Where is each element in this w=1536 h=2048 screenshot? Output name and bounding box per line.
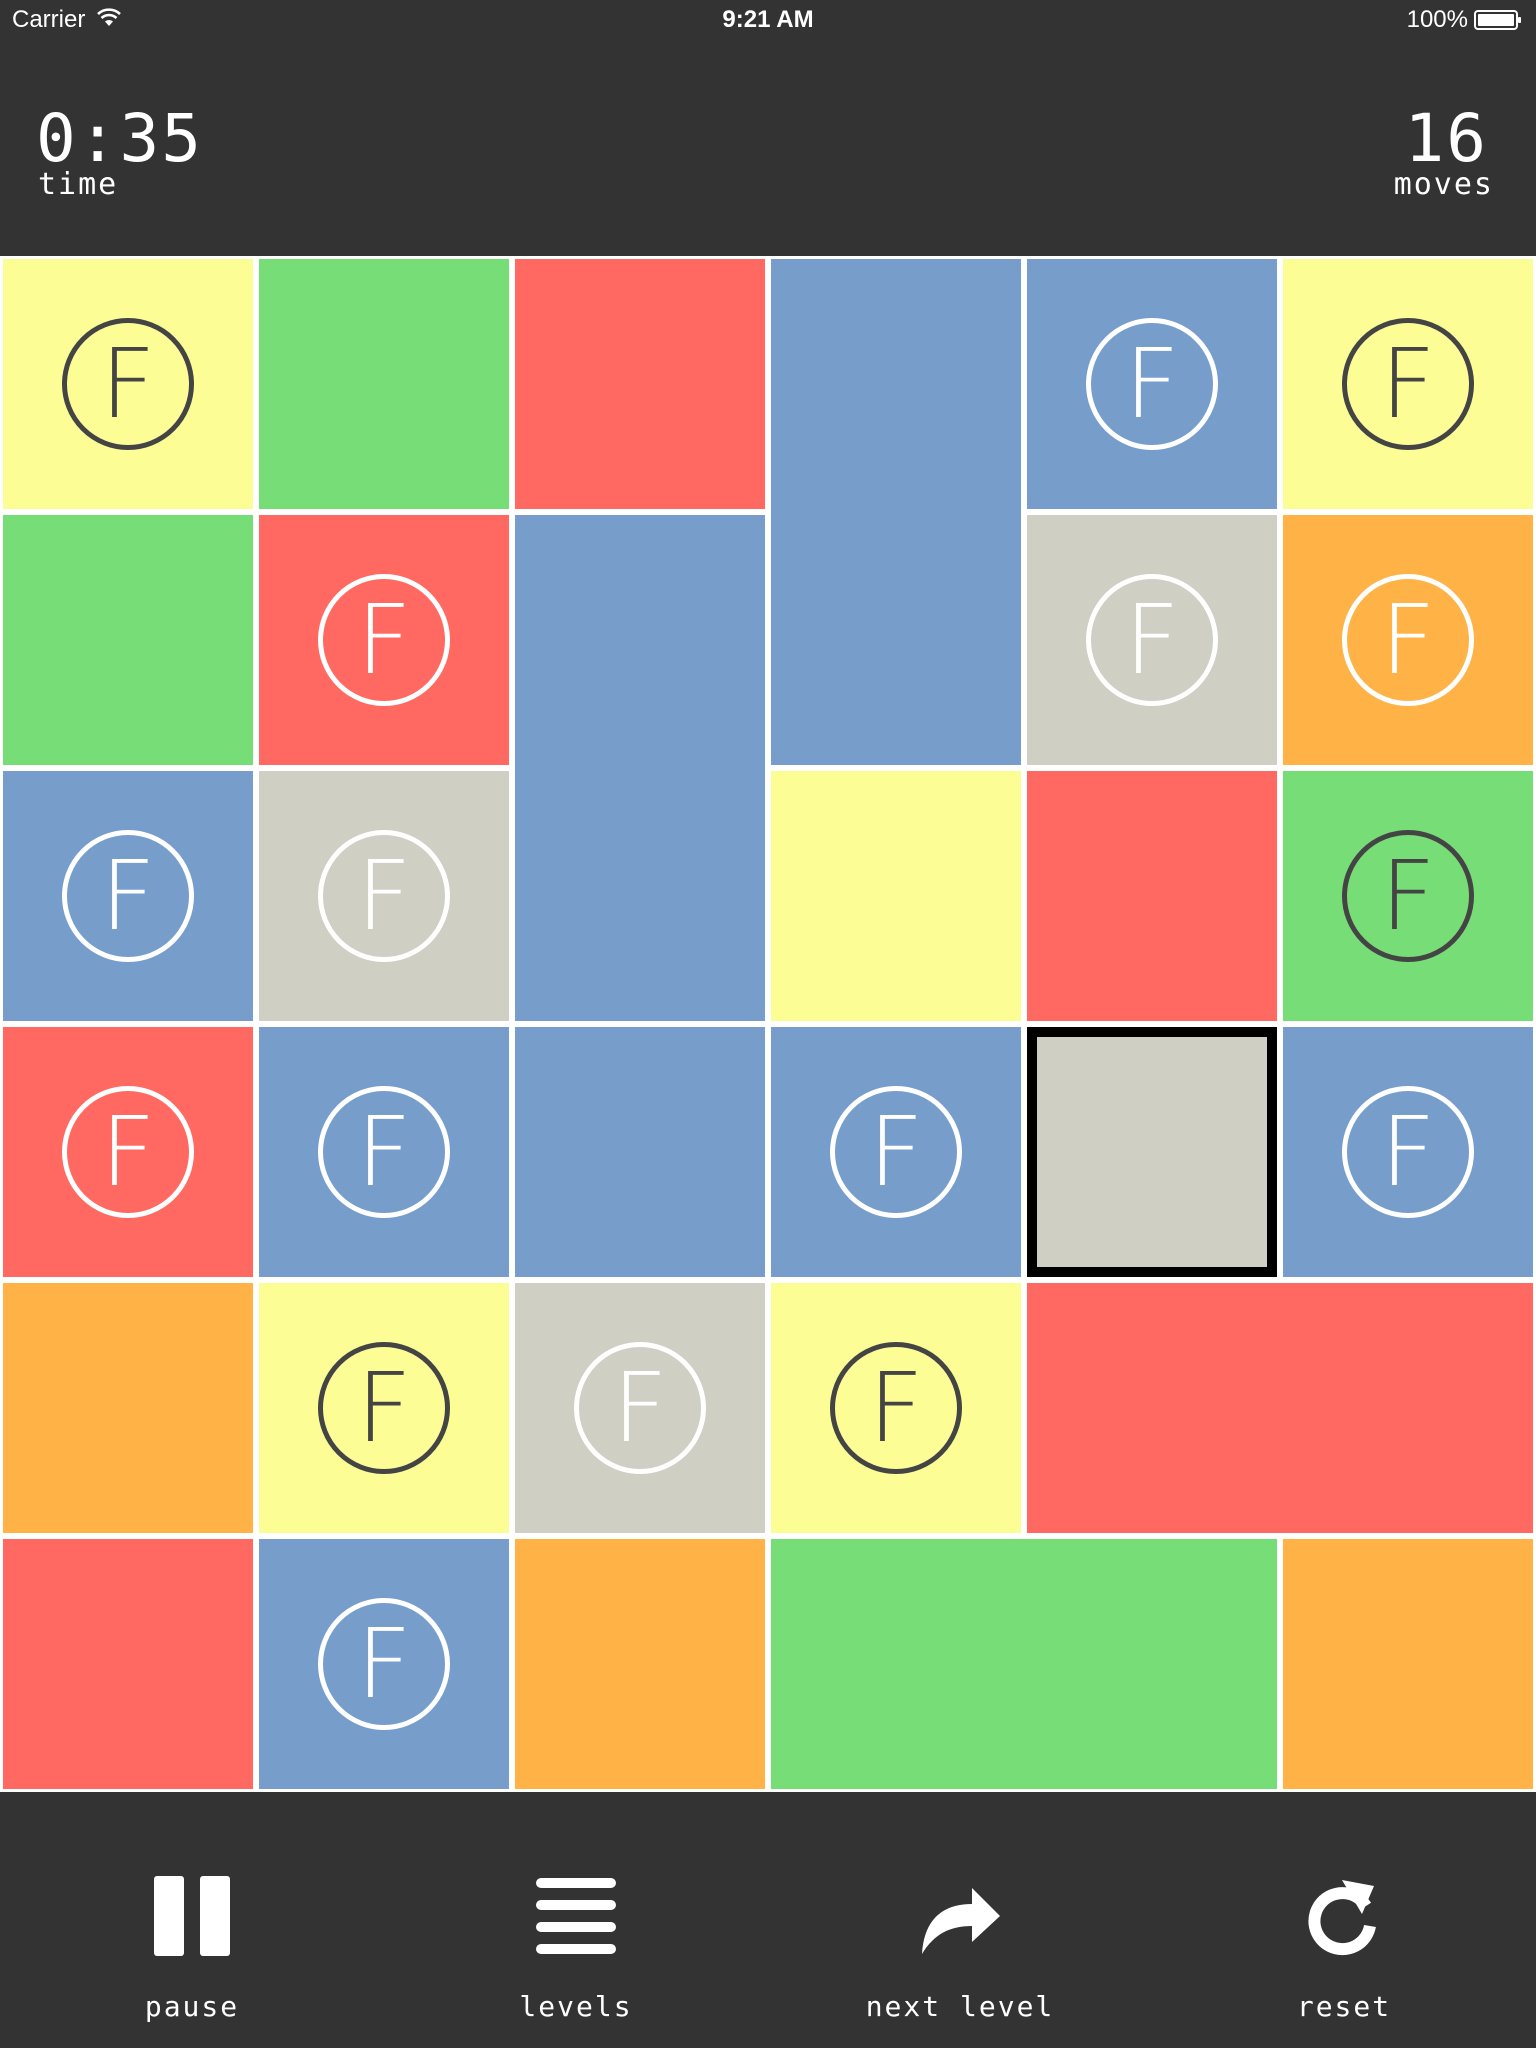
tile[interactable]: F xyxy=(3,259,253,509)
time-label: time xyxy=(38,167,119,202)
tile[interactable]: F xyxy=(1283,259,1533,509)
f-badge-icon: F xyxy=(1086,574,1218,706)
f-badge-icon: F xyxy=(318,1342,450,1474)
next-level-button[interactable]: next level xyxy=(768,1792,1152,2048)
tile[interactable]: F xyxy=(771,1027,1021,1277)
f-badge-icon: F xyxy=(830,1342,962,1474)
f-badge-icon: F xyxy=(318,574,450,706)
pause-label: pause xyxy=(144,1990,240,2023)
tile[interactable] xyxy=(515,1027,765,1277)
tile-selected[interactable] xyxy=(1027,1027,1277,1277)
tile[interactable]: F xyxy=(259,1283,509,1533)
tile[interactable] xyxy=(771,1539,1277,1789)
f-badge-icon: F xyxy=(318,1598,450,1730)
f-badge-icon: F xyxy=(62,830,194,962)
tile[interactable] xyxy=(771,771,1021,1021)
tile[interactable]: F xyxy=(3,1027,253,1277)
tile[interactable]: F xyxy=(1283,771,1533,1021)
game-screen: Carrier 9:21 AM 100% 0:35 time 16 moves … xyxy=(0,0,1536,2048)
f-badge-icon: F xyxy=(1342,574,1474,706)
f-badge-icon: F xyxy=(318,1086,450,1218)
tile[interactable] xyxy=(1283,1539,1533,1789)
tile[interactable]: F xyxy=(515,1283,765,1533)
game-board: FFFFFFFFFFFFFFFFF xyxy=(0,256,1536,1792)
f-badge-icon: F xyxy=(318,830,450,962)
time-value: 0:35 xyxy=(36,100,203,177)
tile[interactable]: F xyxy=(771,1283,1021,1533)
battery-percentage: 100% xyxy=(1406,6,1468,33)
pause-button[interactable]: pause xyxy=(0,1792,384,2048)
f-badge-icon: F xyxy=(1342,318,1474,450)
reset-icon xyxy=(1308,1880,1376,1956)
tile[interactable] xyxy=(515,515,765,1021)
tile[interactable]: F xyxy=(259,515,509,765)
f-badge-icon: F xyxy=(62,318,194,450)
tile[interactable]: F xyxy=(259,1027,509,1277)
tile[interactable]: F xyxy=(259,1539,509,1789)
tile[interactable]: F xyxy=(1027,259,1277,509)
clock: 9:21 AM xyxy=(722,6,814,33)
tile[interactable] xyxy=(259,259,509,509)
toolbar: pause levels next level reset xyxy=(0,1792,1536,2048)
tile[interactable] xyxy=(771,259,1021,765)
tile[interactable] xyxy=(3,1283,253,1533)
next-level-label: next level xyxy=(865,1990,1055,2023)
battery-icon xyxy=(1474,10,1521,30)
pause-icon xyxy=(154,1876,230,1956)
next-level-icon xyxy=(922,1888,1000,1954)
f-badge-icon: F xyxy=(830,1086,962,1218)
tile[interactable] xyxy=(1027,1283,1533,1533)
tile[interactable]: F xyxy=(1283,1027,1533,1277)
tile[interactable]: F xyxy=(3,771,253,1021)
tile[interactable]: F xyxy=(1027,515,1277,765)
tile[interactable]: F xyxy=(1283,515,1533,765)
levels-label: levels xyxy=(519,1990,633,2023)
f-badge-icon: F xyxy=(62,1086,194,1218)
reset-button[interactable]: reset xyxy=(1152,1792,1536,2048)
tile[interactable] xyxy=(3,515,253,765)
f-badge-icon: F xyxy=(1342,830,1474,962)
tile[interactable] xyxy=(515,1539,765,1789)
reset-label: reset xyxy=(1296,1990,1392,2023)
levels-button[interactable]: levels xyxy=(384,1792,768,2048)
f-badge-icon: F xyxy=(1342,1086,1474,1218)
f-badge-icon: F xyxy=(1086,318,1218,450)
tile[interactable]: F xyxy=(259,771,509,1021)
tile[interactable] xyxy=(3,1539,253,1789)
moves-value: 16 xyxy=(1404,100,1488,177)
f-badge-icon: F xyxy=(574,1342,706,1474)
levels-icon xyxy=(536,1878,616,1954)
status-bar: Carrier 9:21 AM 100% xyxy=(0,0,1536,40)
tile[interactable] xyxy=(1027,771,1277,1021)
tile[interactable] xyxy=(515,259,765,509)
moves-label: moves xyxy=(1393,167,1494,202)
